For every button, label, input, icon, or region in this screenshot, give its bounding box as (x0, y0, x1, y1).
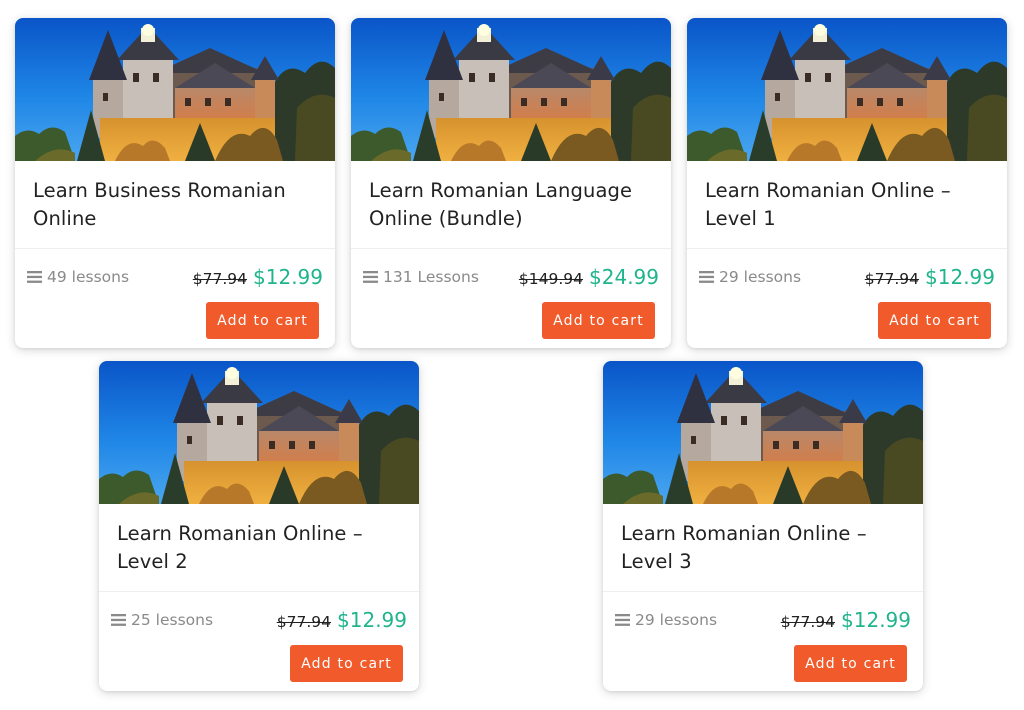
course-card[interactable]: Learn Business Romanian Online 49 lesson… (15, 18, 335, 348)
add-to-cart-button[interactable]: Add to cart (290, 645, 403, 682)
course-title[interactable]: Learn Romanian Online – Level 2 (99, 504, 419, 591)
add-to-cart-button[interactable]: Add to cart (206, 302, 319, 339)
course-title[interactable]: Learn Romanian Online – Level 3 (603, 504, 923, 591)
add-to-cart-button[interactable]: Add to cart (878, 302, 991, 339)
lesson-count: 29 lessons (699, 268, 801, 286)
course-meta: 25 lessons $77.94 $12.99 Add to cart (99, 592, 419, 691)
course-card[interactable]: Learn Romanian Online – Level 1 29 lesso… (687, 18, 1007, 348)
sale-price: $12.99 (841, 608, 911, 632)
list-menu-icon (699, 271, 714, 283)
list-menu-icon (363, 271, 378, 283)
price-block: $149.94 $24.99 (519, 265, 659, 289)
lesson-count: 29 lessons (615, 611, 717, 629)
price-block: $77.94 $12.99 (781, 608, 911, 632)
course-image[interactable] (687, 18, 1007, 161)
original-price: $77.94 (864, 270, 920, 288)
course-meta: 131 Lessons $149.94 $24.99 Add to cart (351, 249, 671, 348)
course-image[interactable] (99, 361, 419, 504)
lesson-count-label: 131 Lessons (383, 268, 479, 286)
course-image[interactable] (603, 361, 923, 504)
add-to-cart-button[interactable]: Add to cart (542, 302, 655, 339)
course-card[interactable]: Learn Romanian Language Online (Bundle) … (351, 18, 671, 348)
price-block: $77.94 $12.99 (865, 265, 995, 289)
sale-price: $12.99 (925, 265, 995, 289)
sale-price: $12.99 (337, 608, 407, 632)
price-block: $77.94 $12.99 (277, 608, 407, 632)
lesson-count: 25 lessons (111, 611, 213, 629)
list-menu-icon (27, 271, 42, 283)
lesson-count-label: 49 lessons (47, 268, 130, 286)
course-card[interactable]: Learn Romanian Online – Level 3 29 lesso… (603, 361, 923, 691)
course-meta: 29 lessons $77.94 $12.99 Add to cart (687, 249, 1007, 348)
lesson-count: 49 lessons (27, 268, 129, 286)
lesson-count-label: 29 lessons (719, 268, 802, 286)
lesson-count-label: 29 lessons (635, 611, 718, 629)
original-price: $77.94 (192, 270, 248, 288)
course-card[interactable]: Learn Romanian Online – Level 2 25 lesso… (99, 361, 419, 691)
sale-price: $12.99 (253, 265, 323, 289)
add-to-cart-button[interactable]: Add to cart (794, 645, 907, 682)
course-meta: 49 lessons $77.94 $12.99 Add to cart (15, 249, 335, 348)
course-meta: 29 lessons $77.94 $12.99 Add to cart (603, 592, 923, 691)
original-price: $77.94 (780, 613, 836, 631)
lesson-count-label: 25 lessons (131, 611, 214, 629)
original-price: $77.94 (276, 613, 332, 631)
list-menu-icon (615, 614, 630, 626)
course-image[interactable] (15, 18, 335, 161)
price-block: $77.94 $12.99 (193, 265, 323, 289)
original-price: $149.94 (518, 270, 584, 288)
course-title[interactable]: Learn Romanian Online – Level 1 (687, 161, 1007, 248)
course-image[interactable] (351, 18, 671, 161)
lesson-count: 131 Lessons (363, 268, 479, 286)
sale-price: $24.99 (589, 265, 659, 289)
list-menu-icon (111, 614, 126, 626)
course-title[interactable]: Learn Romanian Language Online (Bundle) (351, 161, 671, 248)
course-title[interactable]: Learn Business Romanian Online (15, 161, 335, 248)
